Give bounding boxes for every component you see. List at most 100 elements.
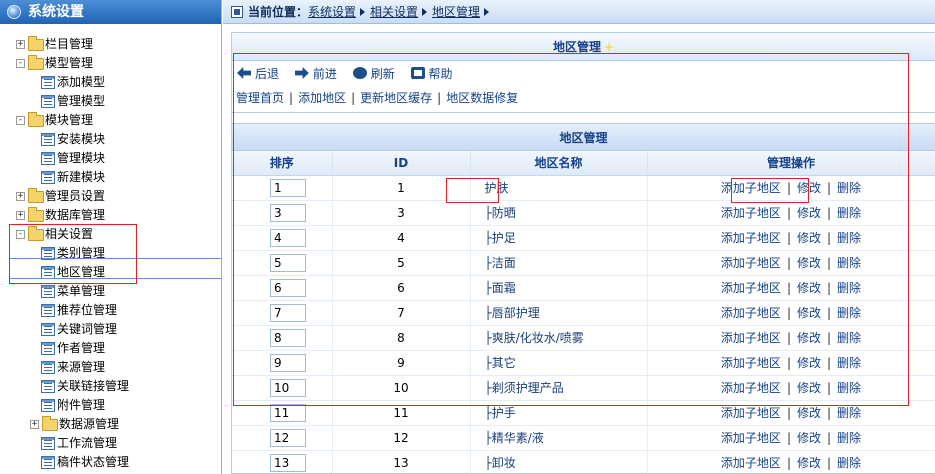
delete-link[interactable]: 删除 — [837, 356, 861, 370]
sidebar-item[interactable]: - 相关设置 — [0, 225, 221, 244]
sidebar-item[interactable]: 关键词管理 — [0, 320, 221, 339]
order-input[interactable] — [270, 253, 306, 272]
edit-link[interactable]: 修改 — [797, 381, 821, 395]
add-child-region-link[interactable]: 添加子地区 — [721, 406, 781, 420]
id-cell: 10 — [332, 375, 471, 401]
delete-link[interactable]: 删除 — [837, 381, 861, 395]
sidebar-item[interactable]: 地区管理 — [0, 263, 221, 282]
sidebar-item[interactable]: 推荐位管理 — [0, 301, 221, 320]
order-cell — [232, 425, 333, 451]
add-child-region-link[interactable]: 添加子地区 — [721, 281, 781, 295]
edit-link[interactable]: 修改 — [797, 456, 821, 470]
folder-icon — [28, 226, 44, 241]
order-input[interactable] — [270, 403, 306, 422]
sidebar-item[interactable]: 作者管理 — [0, 339, 221, 358]
sidebar-item[interactable]: 关联链接管理 — [0, 377, 221, 396]
sidebar-item[interactable]: 附件管理 — [0, 396, 221, 415]
expand-icon[interactable]: + — [30, 420, 39, 429]
add-child-region-link[interactable]: 添加子地区 — [721, 231, 781, 245]
edit-link[interactable]: 修改 — [797, 306, 821, 320]
delete-link[interactable]: 删除 — [837, 331, 861, 345]
sidebar-item[interactable]: 管理模型 — [0, 92, 221, 111]
breadcrumb-item-system-settings[interactable]: 系统设置 — [308, 5, 356, 19]
delete-link[interactable]: 删除 — [837, 231, 861, 245]
sidebar-item[interactable]: 来源管理 — [0, 358, 221, 377]
order-input[interactable] — [270, 328, 306, 347]
edit-link[interactable]: 修改 — [797, 281, 821, 295]
help-button[interactable]: 帮助 — [410, 61, 453, 87]
sidebar-item[interactable]: - 模型管理 — [0, 54, 221, 73]
add-child-region-link[interactable]: 添加子地区 — [721, 256, 781, 270]
add-child-region-link[interactable]: 添加子地区 — [721, 431, 781, 445]
sidebar-item[interactable]: + 数据库管理 — [0, 206, 221, 225]
sidebar-item[interactable]: 类别管理 — [0, 244, 221, 263]
edit-link[interactable]: 修改 — [797, 206, 821, 220]
order-input[interactable] — [270, 353, 306, 372]
edit-link[interactable]: 修改 — [797, 356, 821, 370]
sidebar-item[interactable]: 稿件状态管理 — [0, 453, 221, 472]
add-child-region-link[interactable]: 添加子地区 — [721, 206, 781, 220]
order-input[interactable] — [270, 278, 306, 297]
add-child-region-link[interactable]: 添加子地区 — [721, 331, 781, 345]
sidebar-item[interactable]: 添加模型 — [0, 73, 221, 92]
sidebar-item[interactable]: + 管理员设置 — [0, 187, 221, 206]
delete-link[interactable]: 删除 — [837, 431, 861, 445]
order-input[interactable] — [270, 303, 306, 322]
sidebar-item[interactable]: 菜单管理 — [0, 282, 221, 301]
selection-divider-bottom — [10, 278, 221, 279]
main-panel: 地区管理 + 后退 前进 刷新 帮助 管理首页 | 添加地区 | 更新地区缓存 | 地区数据修… — [231, 32, 935, 474]
delete-link[interactable]: 删除 — [837, 406, 861, 420]
delete-link[interactable]: 删除 — [837, 206, 861, 220]
sidebar-item-label: 安装模块 — [57, 132, 106, 146]
add-child-region-link[interactable]: 添加子地区 — [721, 181, 781, 195]
forward-button[interactable]: 前进 — [294, 61, 337, 87]
order-input[interactable] — [270, 228, 306, 247]
edit-link[interactable]: 修改 — [797, 256, 821, 270]
table-row: 13├卸妆添加子地区|修改|删除 — [232, 450, 935, 474]
order-cell — [232, 250, 333, 276]
order-input[interactable] — [270, 178, 306, 197]
order-input[interactable] — [270, 378, 306, 397]
table-row: 6├面霜添加子地区|修改|删除 — [232, 275, 935, 301]
add-child-region-link[interactable]: 添加子地区 — [721, 381, 781, 395]
expand-icon[interactable]: + — [16, 192, 25, 201]
sidebar-item[interactable]: + 栏目管理 — [0, 35, 221, 54]
add-child-region-link[interactable]: 添加子地区 — [721, 306, 781, 320]
sidebar-item[interactable]: - 模块管理 — [0, 111, 221, 130]
collapse-icon[interactable]: - — [16, 116, 25, 125]
order-input[interactable] — [270, 453, 306, 472]
collapse-icon[interactable]: - — [16, 230, 25, 239]
edit-link[interactable]: 修改 — [797, 331, 821, 345]
link-manage-home[interactable]: 管理首页 — [236, 91, 284, 105]
refresh-button[interactable]: 刷新 — [352, 61, 395, 87]
sidebar-item[interactable]: 工作流管理 — [0, 434, 221, 453]
location-icon — [231, 6, 243, 18]
back-button[interactable]: 后退 — [237, 61, 279, 87]
order-input[interactable] — [270, 203, 306, 222]
delete-link[interactable]: 删除 — [837, 281, 861, 295]
add-child-region-link[interactable]: 添加子地区 — [721, 456, 781, 470]
delete-link[interactable]: 删除 — [837, 456, 861, 470]
edit-link[interactable]: 修改 — [797, 231, 821, 245]
breadcrumb-item-region-management[interactable]: 地区管理 — [432, 5, 480, 19]
sidebar-item[interactable]: 安装模块 — [0, 130, 221, 149]
link-repair-region-data[interactable]: 地区数据修复 — [446, 91, 518, 105]
edit-link[interactable]: 修改 — [797, 431, 821, 445]
expand-icon[interactable]: + — [16, 211, 25, 220]
collapse-icon[interactable]: - — [16, 59, 25, 68]
id-cell: 8 — [332, 325, 471, 351]
expand-icon[interactable]: + — [16, 40, 25, 49]
sidebar-item[interactable]: 管理模块 — [0, 149, 221, 168]
delete-link[interactable]: 删除 — [837, 256, 861, 270]
sidebar-item[interactable]: 新建模块 — [0, 168, 221, 187]
edit-link[interactable]: 修改 — [797, 181, 821, 195]
sidebar-item[interactable]: + 数据源管理 — [0, 415, 221, 434]
breadcrumb-item-related-settings[interactable]: 相关设置 — [370, 5, 418, 19]
delete-link[interactable]: 删除 — [837, 306, 861, 320]
link-add-region[interactable]: 添加地区 — [298, 91, 346, 105]
add-child-region-link[interactable]: 添加子地区 — [721, 356, 781, 370]
link-update-region-cache[interactable]: 更新地区缓存 — [360, 91, 432, 105]
order-input[interactable] — [270, 428, 306, 447]
edit-link[interactable]: 修改 — [797, 406, 821, 420]
delete-link[interactable]: 删除 — [837, 181, 861, 195]
